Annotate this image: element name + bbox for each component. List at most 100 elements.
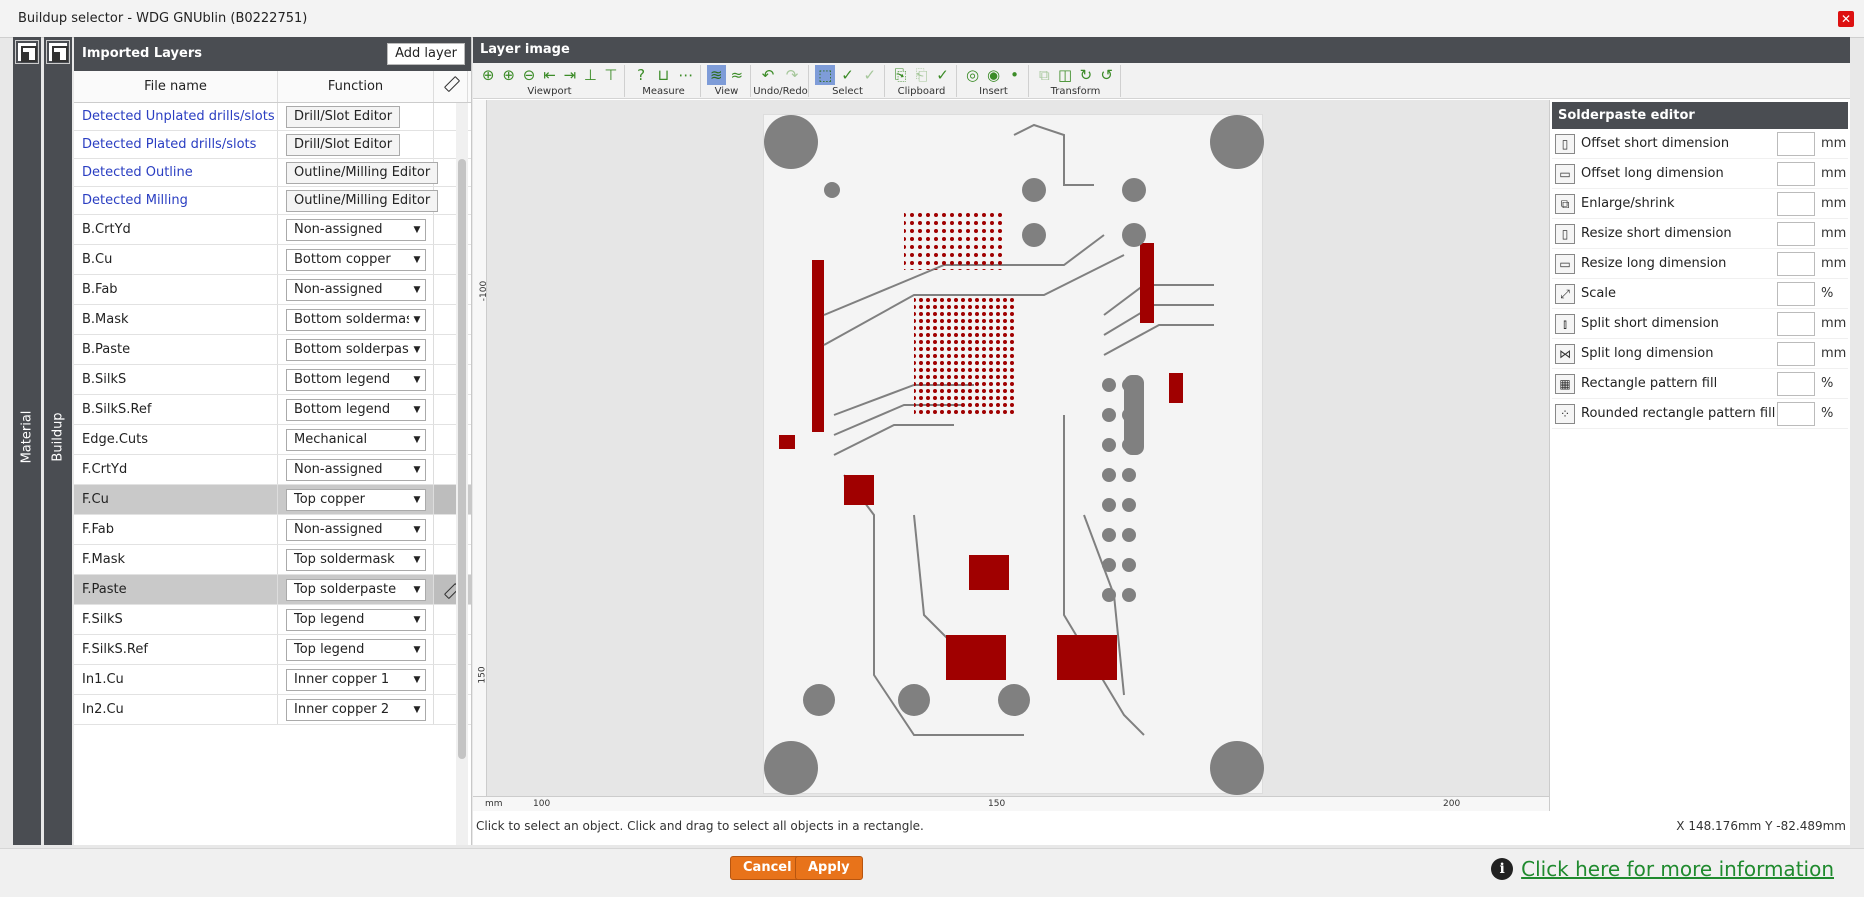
scale-icon[interactable]: ⤢ <box>1555 283 1575 304</box>
solderpaste-input[interactable] <box>1777 281 1815 306</box>
resize-short-icon[interactable]: ▯ <box>1555 223 1575 244</box>
apply-button[interactable]: Apply <box>795 856 863 880</box>
cancel-button[interactable]: Cancel <box>730 856 805 880</box>
transform-move-icon[interactable]: ⧉ <box>1035 65 1054 85</box>
layer-file-name[interactable]: Detected Unplated drills/slots <box>74 103 278 130</box>
help-icon[interactable]: ? <box>631 65 651 85</box>
layer-function-select[interactable]: Non-assigned ▼ <box>286 218 426 241</box>
layer-function-select[interactable]: Inner copper 1 ▼ <box>286 668 426 691</box>
layer-function-select[interactable]: Mechanical ▼ <box>286 428 426 451</box>
chevron-down-icon[interactable]: ▼ <box>409 369 425 390</box>
layer-row[interactable]: Detected Unplated drills/slots Drill/Slot… <box>74 103 471 131</box>
chevron-down-icon[interactable]: ▼ <box>409 639 425 660</box>
layers-scroll-thumb[interactable] <box>458 159 466 759</box>
insert-via-icon[interactable]: ◉ <box>984 65 1003 85</box>
info-link-area[interactable]: i Click here for more information <box>1491 857 1834 881</box>
copy-icon[interactable]: ⎘ <box>891 65 910 85</box>
pcb-drawing[interactable] <box>764 115 1264 795</box>
layer-row[interactable]: In2.Cu Inner copper 2 ▼ <box>74 695 471 725</box>
editor-button[interactable]: Drill/Slot Editor <box>286 105 401 128</box>
more-info-link[interactable]: Click here for more information <box>1521 857 1834 881</box>
layer-function-select[interactable]: Top solderpaste ▼ <box>286 578 426 601</box>
close-icon[interactable]: ✕ <box>1838 11 1854 27</box>
layer-function-select[interactable]: Non-assigned ▼ <box>286 278 426 301</box>
layer-row[interactable]: Detected Milling Outline/Milling Editor <box>74 187 471 215</box>
offset-long-icon[interactable]: ▭ <box>1555 163 1575 184</box>
layer-row[interactable]: In1.Cu Inner copper 1 ▼ <box>74 665 471 695</box>
col-function[interactable]: Function <box>278 71 434 102</box>
solderpaste-input[interactable] <box>1777 401 1815 426</box>
layer-file-name[interactable]: Detected Milling <box>74 187 278 214</box>
pcb-board[interactable] <box>763 114 1264 795</box>
layer-function-select[interactable]: Top copper ▼ <box>286 488 426 511</box>
select-check-icon[interactable]: ✓ <box>837 65 857 85</box>
layer-row[interactable]: Detected Plated drills/slots Drill/Slot E… <box>74 131 471 159</box>
solderpaste-input[interactable] <box>1777 221 1815 246</box>
rect-pattern-icon[interactable]: ▦ <box>1555 373 1575 394</box>
col-file-name[interactable]: File name <box>74 71 278 102</box>
chevron-down-icon[interactable]: ▼ <box>409 549 425 570</box>
chevron-down-icon[interactable]: ▼ <box>409 579 425 600</box>
select-all-icon[interactable]: ✓ <box>860 65 880 85</box>
pencil-icon[interactable] <box>441 73 461 93</box>
fit-width-icon[interactable]: ⇤ <box>540 65 558 85</box>
layer-function-select[interactable]: Bottom legend ▼ <box>286 368 426 391</box>
redo-icon[interactable]: ↷ <box>781 65 803 85</box>
layer-row[interactable]: B.SilkS.Ref Bottom legend ▼ <box>74 395 471 425</box>
editor-button[interactable]: Outline/Milling Editor <box>286 189 439 212</box>
add-layer-button[interactable]: Add layer <box>387 43 465 65</box>
layer-function-select[interactable]: Bottom copper ▼ <box>286 248 426 271</box>
layer-function-select[interactable]: Top soldermask ▼ <box>286 548 426 571</box>
layer-function-select[interactable]: Top legend ▼ <box>286 608 426 631</box>
solderpaste-input[interactable] <box>1777 161 1815 186</box>
chevron-down-icon[interactable]: ▼ <box>409 609 425 630</box>
pcb-canvas[interactable]: -100 150 mm 100 150 200 <box>473 100 1550 811</box>
chevron-down-icon[interactable]: ▼ <box>409 279 425 300</box>
solderpaste-input[interactable] <box>1777 131 1815 156</box>
chevron-down-icon[interactable]: ▼ <box>409 399 425 420</box>
editor-button[interactable]: Outline/Milling Editor <box>286 161 439 184</box>
chevron-down-icon[interactable]: ▼ <box>409 519 425 540</box>
layer-function-select[interactable]: Inner copper 2 ▼ <box>286 698 426 721</box>
solderpaste-input[interactable] <box>1777 371 1815 396</box>
select-rect-icon[interactable]: ⬚ <box>815 65 836 85</box>
rotate-ccw-icon[interactable]: ↺ <box>1097 65 1116 85</box>
paste-icon[interactable]: ⎗ <box>912 65 931 85</box>
delete-icon[interactable]: ✓ <box>933 65 952 85</box>
split-short-icon[interactable]: ⫾ <box>1555 313 1575 334</box>
zoom-out-icon[interactable]: ⊖ <box>520 65 538 85</box>
expand-material-icon[interactable] <box>15 40 39 64</box>
material-strip[interactable]: Material <box>13 37 41 845</box>
undo-icon[interactable]: ↶ <box>757 65 779 85</box>
layer-function-select[interactable]: Bottom soldermask ▼ <box>286 308 426 331</box>
buildup-strip[interactable]: Buildup <box>44 37 72 845</box>
chevron-down-icon[interactable]: ▼ <box>409 249 425 270</box>
layer-row[interactable]: F.Paste Top solderpaste ▼ <box>74 575 471 605</box>
layer-row[interactable]: B.Fab Non-assigned ▼ <box>74 275 471 305</box>
chevron-down-icon[interactable]: ▼ <box>409 219 425 240</box>
chevron-down-icon[interactable]: ▼ <box>409 429 425 450</box>
view-layers-icon[interactable]: ≋ <box>707 65 726 85</box>
zoom-fit-icon[interactable]: ⊕ <box>479 65 497 85</box>
enlarge-shrink-icon[interactable]: ⧉ <box>1555 193 1575 214</box>
resize-long-icon[interactable]: ▭ <box>1555 253 1575 274</box>
measure-icon[interactable]: ⊔ <box>653 65 673 85</box>
view-stack-icon[interactable]: ≈ <box>728 65 747 85</box>
rounded-pattern-icon[interactable]: ⁘ <box>1555 403 1575 424</box>
layer-row[interactable]: F.SilkS.Ref Top legend ▼ <box>74 635 471 665</box>
layer-function-select[interactable]: Bottom solderpaste ▼ <box>286 338 426 361</box>
move-up-icon[interactable]: ⊥ <box>581 65 599 85</box>
layer-function-select[interactable]: Bottom legend ▼ <box>286 398 426 421</box>
buildup-tab-label[interactable]: Buildup <box>51 412 66 461</box>
mirror-icon[interactable]: ◫ <box>1056 65 1075 85</box>
fit-height-icon[interactable]: ⇥ <box>561 65 579 85</box>
layer-row[interactable]: Detected Outline Outline/Milling Editor <box>74 159 471 187</box>
insert-point-icon[interactable]: • <box>1005 65 1024 85</box>
layer-row[interactable]: F.Cu Top copper ▼ <box>74 485 471 515</box>
material-tab-label[interactable]: Material <box>20 411 35 464</box>
solderpaste-input[interactable] <box>1777 311 1815 336</box>
chevron-down-icon[interactable]: ▼ <box>409 309 425 330</box>
move-down-icon[interactable]: ⊤ <box>602 65 620 85</box>
chevron-down-icon[interactable]: ▼ <box>409 669 425 690</box>
layer-row[interactable]: B.Cu Bottom copper ▼ <box>74 245 471 275</box>
